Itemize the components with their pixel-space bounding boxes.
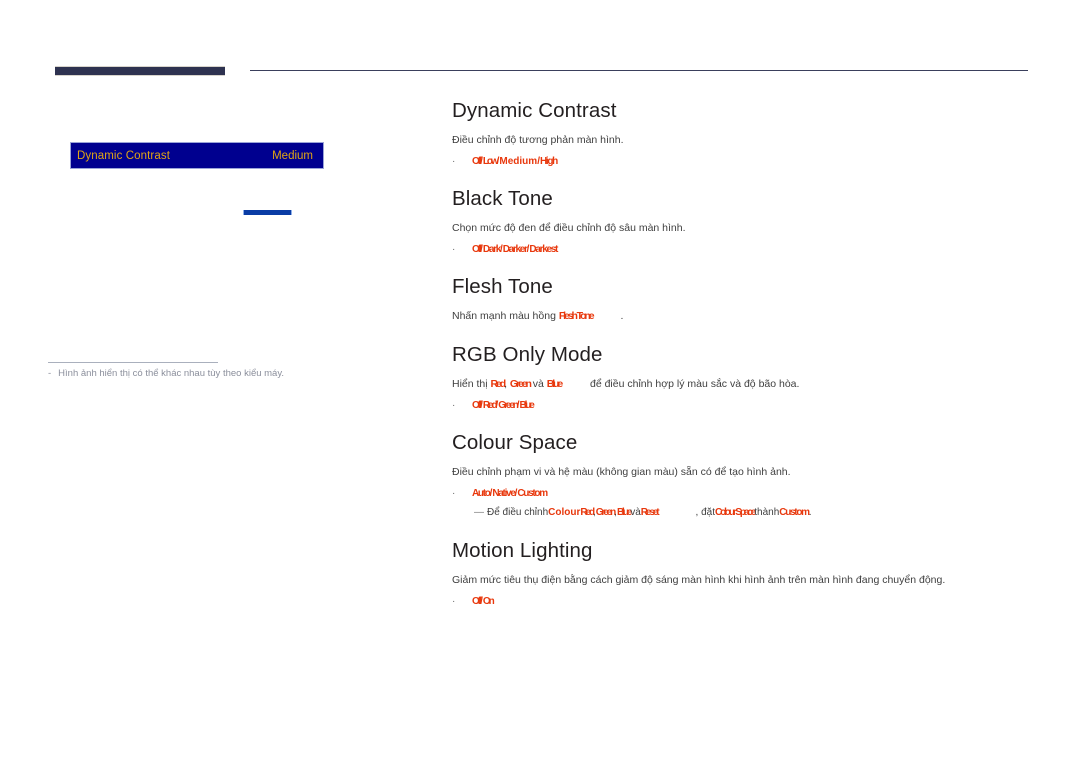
section-title: Motion Lighting	[452, 539, 593, 562]
section-body: Điều chỉnh độ tương phản màn hình.	[452, 134, 624, 146]
option-medium[interactable]: Medium	[499, 155, 537, 168]
body-post: để điều chỉnh hợp lý màu sắc và độ bão h…	[587, 378, 800, 390]
section-colour-space: Colour Space Điều chỉnh phạm vi và hệ mà…	[452, 431, 1052, 519]
section-title: Black Tone	[452, 187, 553, 210]
option-low[interactable]: Low	[483, 155, 499, 168]
osd-scrollbar[interactable]	[243, 210, 292, 215]
option-list: · Off / Dark / Darker / Darkest	[452, 243, 1052, 256]
option-off[interactable]: Off	[472, 399, 482, 412]
body-pre: Hiển thị	[452, 378, 491, 390]
option-native[interactable]: Native	[492, 487, 516, 500]
note-dash-marker: -	[48, 368, 52, 379]
option-darkest[interactable]: Darkest	[529, 243, 558, 256]
section-body: Nhấn mạnh màu hồng Flesh Tone.	[452, 310, 1052, 324]
section-body: Chọn mức độ đen để điều chỉnh độ sâu màn…	[452, 222, 686, 234]
option-off[interactable]: Off	[472, 155, 482, 168]
option-custom[interactable]: Custom	[517, 487, 548, 500]
option-list: · Off / Red / Green / Blue	[452, 399, 1052, 412]
note-text: Hình ảnh hiển thị có thể khác nhau tùy t…	[58, 368, 285, 379]
note-divider	[48, 362, 218, 363]
ref-red: Red	[490, 378, 507, 390]
ref-flesh-tone: Flesh Tone	[558, 310, 595, 322]
section-body: Điều chỉnh phạm vi và hệ màu (không gian…	[452, 466, 791, 478]
option-list: · Auto / Native / Custom	[452, 487, 1052, 500]
osd-menu-value: Medium	[272, 149, 313, 162]
section-motion-lighting: Motion Lighting Giảm mức tiêu thụ điện b…	[452, 539, 1052, 608]
subnote-mid: và	[630, 506, 641, 518]
option-list: · Off / On	[452, 595, 1052, 608]
section-title: Flesh Tone	[452, 275, 553, 298]
ref-red: Red	[580, 506, 595, 518]
subnote-pre: Để điều chỉnh	[487, 506, 549, 518]
ref-blue: Blue	[616, 506, 632, 518]
bullet-marker: ·	[452, 399, 456, 411]
option-high[interactable]: High	[540, 155, 558, 168]
option-auto[interactable]: Auto	[472, 487, 491, 500]
section-flesh-tone: Flesh Tone Nhấn mạnh màu hồng Flesh Tone…	[452, 275, 1052, 324]
body-pre: Nhấn mạnh màu hồng	[452, 310, 559, 322]
emdash-marker: —	[474, 506, 484, 518]
section-title: Colour Space	[452, 431, 578, 454]
option-green[interactable]: Green	[498, 399, 519, 412]
colour-space-subnote: — Để điều chỉnh Colour Red, Green, Blue …	[474, 506, 1052, 519]
subnote-mid: , đặt	[695, 506, 715, 518]
section-body: Hiển thị Red, Green và Blue để điều chỉn…	[452, 378, 1052, 392]
ref-green: Green	[595, 506, 617, 518]
section-title: RGB Only Mode	[452, 343, 603, 366]
section-black-tone: Black Tone Chọn mức độ đen để điều chỉnh…	[452, 187, 1052, 256]
subnote-post: .	[808, 506, 812, 518]
option-off[interactable]: Off	[472, 595, 482, 608]
bullet-marker: ·	[452, 155, 456, 167]
ref-green: Green	[509, 378, 532, 390]
bullet-marker: ·	[452, 487, 456, 499]
osd-menu-row[interactable]: Dynamic Contrast Medium	[70, 142, 324, 169]
bullet-marker: ·	[452, 243, 456, 255]
option-darker[interactable]: Darker	[503, 243, 528, 256]
option-on[interactable]: On	[483, 595, 495, 608]
body-post: .	[620, 310, 624, 322]
illustration-note: - Hình ảnh hiển thị có thể khác nhau tùy…	[48, 368, 378, 379]
ref-reset: Reset	[640, 506, 660, 518]
bullet-marker: ·	[452, 595, 456, 607]
body-mid: và	[529, 378, 547, 390]
option-red[interactable]: Red	[483, 399, 498, 412]
subnote-mid: thành	[754, 506, 780, 518]
option-off[interactable]: Off	[472, 243, 482, 256]
section-body: Giảm mức tiêu thụ điện bằng cách giảm độ…	[452, 574, 946, 586]
ref-blue: Blue	[546, 378, 564, 390]
ref-colour-space: Colour Space	[715, 506, 756, 518]
osd-menu-label: Dynamic Contrast	[77, 149, 170, 162]
option-list: · Off / Low / Medium / High	[452, 155, 1052, 168]
option-blue[interactable]: Blue	[519, 399, 534, 412]
ref-custom: Custom	[779, 506, 810, 518]
section-rgb-only-mode: RGB Only Mode Hiển thị Red, Green và Blu…	[452, 343, 1052, 412]
section-dynamic-contrast: Dynamic Contrast Điều chỉnh độ tương phả…	[452, 99, 1052, 168]
manual-page: { "page": { "language": "vi", "accent_na…	[0, 0, 1080, 763]
ref-colour: Colour	[548, 506, 581, 518]
option-dark[interactable]: Dark	[483, 243, 501, 256]
section-title: Dynamic Contrast	[452, 99, 617, 122]
illustration-column: Dynamic Contrast Medium - Hình ảnh hiển …	[0, 0, 430, 763]
